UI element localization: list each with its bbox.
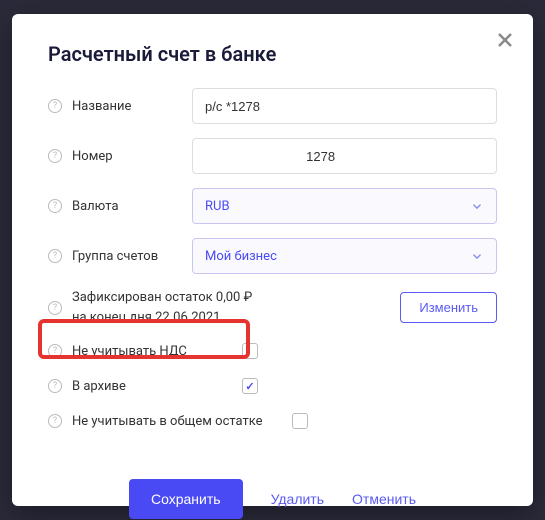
ignore-total-checkbox[interactable] <box>292 413 308 429</box>
number-input[interactable] <box>192 138 497 174</box>
cancel-button[interactable]: Отменить <box>352 491 416 507</box>
currency-row: ? Валюта RUB <box>48 188 497 224</box>
help-icon[interactable]: ? <box>48 379 62 393</box>
archived-checkbox[interactable] <box>242 378 258 394</box>
bank-account-modal: Расчетный счет в банке ? Название ? Номе… <box>12 14 533 506</box>
help-icon[interactable]: ? <box>48 149 62 163</box>
balance-line2: на конец дня 22.06.2021 <box>72 308 400 328</box>
name-row: ? Название <box>48 88 497 124</box>
name-label: Название <box>72 99 192 114</box>
group-label: Группа счетов <box>72 249 192 264</box>
currency-select[interactable]: RUB <box>192 188 497 224</box>
delete-button[interactable]: Удалить <box>271 491 324 507</box>
help-icon[interactable]: ? <box>48 414 62 428</box>
number-row: ? Номер <box>48 138 497 174</box>
help-icon[interactable]: ? <box>48 344 62 358</box>
archived-label: В архиве <box>72 379 242 394</box>
balance-line1: Зафиксирован остаток 0,00 ₽ <box>72 290 252 305</box>
chevron-down-icon <box>470 199 484 213</box>
currency-label: Валюта <box>72 199 192 214</box>
modal-actions: Сохранить Удалить Отменить <box>48 479 497 519</box>
ignore-vat-label: Не учитывать НДС <box>72 344 242 359</box>
help-icon[interactable]: ? <box>48 99 62 113</box>
balance-row: ? Зафиксирован остаток 0,00 ₽ на конец д… <box>48 288 497 327</box>
change-button[interactable]: Изменить <box>400 292 497 323</box>
ignore-total-label: Не учитывать в общем остатке <box>72 414 292 429</box>
balance-text: Зафиксирован остаток 0,00 ₽ на конец дня… <box>72 288 400 327</box>
ignore-vat-row: ? Не учитывать НДС <box>48 337 497 365</box>
modal-title: Расчетный счет в банке <box>48 42 497 66</box>
group-row: ? Группа счетов Мой бизнес <box>48 238 497 274</box>
group-selected: Мой бизнес <box>205 249 277 264</box>
help-icon[interactable]: ? <box>48 249 62 263</box>
help-icon[interactable]: ? <box>48 301 62 315</box>
chevron-down-icon <box>470 249 484 263</box>
save-button[interactable]: Сохранить <box>129 479 243 519</box>
help-icon[interactable]: ? <box>48 199 62 213</box>
close-icon[interactable] <box>495 30 515 50</box>
ignore-total-row: ? Не учитывать в общем остатке <box>48 407 497 435</box>
number-label: Номер <box>72 149 192 164</box>
name-input[interactable] <box>192 88 497 124</box>
archived-row: ? В архиве <box>48 372 497 400</box>
ignore-vat-checkbox[interactable] <box>242 343 258 359</box>
currency-selected: RUB <box>205 199 230 214</box>
group-select[interactable]: Мой бизнес <box>192 238 497 274</box>
